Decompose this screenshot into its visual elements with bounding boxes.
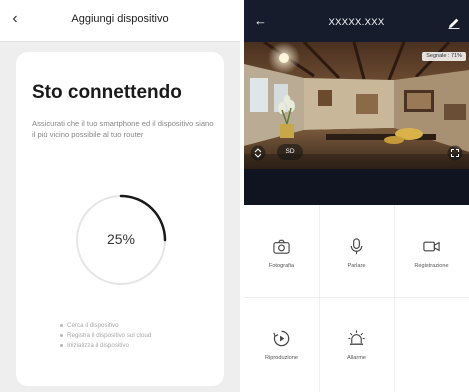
edit-pencil-icon[interactable] [448,17,460,29]
connecting-description: Assicurati che il tuo smartphone ed il d… [32,119,214,139]
signal-strength-label: Segnale : 71% [422,52,466,61]
setup-screen: ‹ Aggiungi dispositivo Sto connettendo A… [0,0,240,392]
feature-label: Allarme [347,355,366,361]
connection-step: Inizializza il dispositivo [60,341,151,351]
bullet-icon [60,343,63,347]
feature-playback-button[interactable]: Riproduzione [244,297,319,389]
camera-screen: ← XXXXX.XXX Segnale: 71% SD Fotografia … [244,0,469,392]
feature-label: Registrazione [414,263,449,269]
microphone-icon [350,238,363,255]
feature-alarm-button[interactable]: Allarme [319,297,394,389]
feature-talk-button[interactable]: Parlare [319,205,394,297]
camera-header: ← XXXXX.XXX [244,0,469,42]
bullet-icon [60,323,63,327]
screenshot-composite: ‹ Aggiungi dispositivo Sto connettendo A… [0,0,469,392]
connection-steps: Cerca il dispositivo Registra il disposi… [60,321,151,351]
control-strip [244,169,469,205]
swap-view-icon[interactable] [250,145,266,161]
setup-header: ‹ Aggiungi dispositivo [0,0,240,42]
video-quality-badge[interactable]: SD [277,144,303,160]
feature-label: Parlare [347,263,366,269]
feature-record-button[interactable]: Registrazione [394,205,469,297]
video-camera-icon [423,241,440,252]
setup-header-title: Aggiungi dispositivo [71,13,169,25]
camera-header-title: XXXXX.XXX [328,17,385,28]
connection-step: Registra il dispositivo sul cloud [60,331,151,341]
live-video-feed[interactable]: Segnale : 71% SD [244,42,469,169]
connecting-card: Sto connettendo Assicurati che il tuo sm… [16,52,224,386]
feature-label: Riproduzione [265,355,298,361]
feature-photo-button[interactable]: Fotografia [244,205,319,297]
connecting-heading: Sto connettendo [32,82,182,103]
feature-label: Fotografia [268,263,295,269]
alarm-light-icon [348,330,365,345]
progress-percent: 25% [106,231,136,247]
playback-icon [273,330,290,347]
connection-step: Cerca il dispositivo [60,321,151,331]
feature-grid: Fotografia Parlare Registrazione Riprodu… [244,205,469,392]
camera-icon [273,239,290,254]
fullscreen-icon[interactable] [447,145,463,161]
bullet-icon [60,333,63,337]
